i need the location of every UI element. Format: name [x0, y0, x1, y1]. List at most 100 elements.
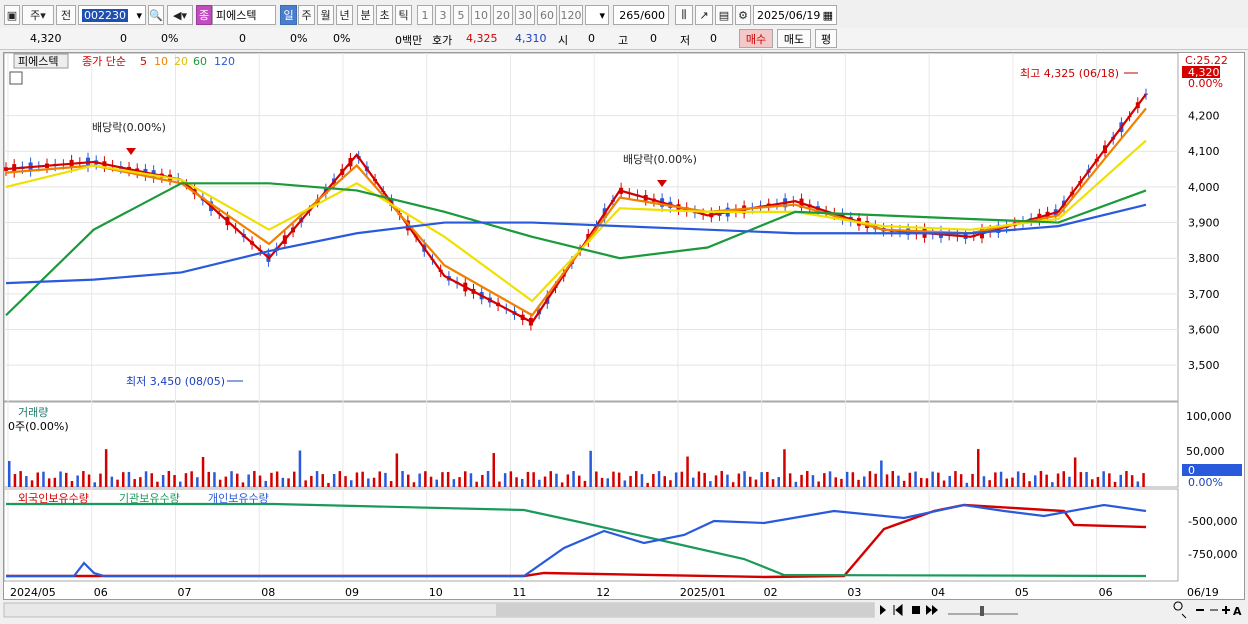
num-30-button[interactable]: 30 [515, 5, 535, 25]
ma-5-label: 5 [140, 55, 147, 68]
scroll-bar[interactable]: A [0, 600, 1248, 621]
quote-open-label: 시 [558, 34, 569, 47]
volume-bar [532, 472, 535, 487]
quote-vol-pct2: 0% [333, 32, 351, 45]
prev-button[interactable]: 전 [56, 5, 76, 25]
chart-area[interactable]: 피에스텍 종가 단순 5 10 20 60 120 C:25.22 4,320 … [3, 52, 1245, 600]
volume-bar [469, 473, 473, 487]
volume-bar [806, 471, 809, 487]
interval-month-tab[interactable]: 월 [317, 5, 334, 25]
volume-bar [572, 471, 575, 487]
volume-bar [287, 478, 290, 487]
x-tick-label: 05 [1015, 586, 1029, 599]
rewind-icon[interactable] [893, 603, 903, 617]
buy-button[interactable]: 매수 [739, 29, 773, 48]
interval-day-tab[interactable]: 일 [280, 5, 297, 25]
scroll-controls[interactable]: A [0, 600, 1248, 621]
draw-icon[interactable]: ↗ [695, 5, 713, 25]
chart-svg[interactable]: 피에스텍 종가 단순 5 10 20 60 120 C:25.22 4,320 … [3, 52, 1244, 599]
volume-bar [298, 450, 302, 487]
quote-volume: 0 [239, 32, 246, 45]
num-1-button[interactable]: 1 [417, 5, 433, 25]
vol-tick-50k: 50,000 [1186, 445, 1225, 458]
calendar-icon[interactable]: ▦ [823, 9, 833, 22]
play-icon[interactable] [880, 605, 886, 615]
search-icon[interactable]: 🔍 [148, 5, 164, 25]
zoom-slider-thumb[interactable] [980, 606, 984, 616]
volume-bar [692, 477, 695, 487]
custom-period-select[interactable]: ▾ [585, 5, 609, 25]
stock-code-input[interactable]: 002230 ▾ [78, 5, 146, 25]
interval-second-tab[interactable]: 초 [376, 5, 393, 25]
volume-bar [817, 481, 820, 487]
stop-icon[interactable] [912, 606, 920, 614]
volume-bar [515, 477, 518, 487]
volume-bar [1096, 477, 1100, 487]
zoom-search-icon[interactable] [1173, 601, 1187, 619]
num-20-button[interactable]: 20 [493, 5, 513, 25]
screen-icon[interactable]: ▣ [4, 5, 20, 25]
num-3-button[interactable]: 3 [435, 5, 451, 25]
volume-bar [407, 474, 410, 487]
volume-bar [161, 474, 165, 487]
quote-vol-pct: 0% [290, 32, 308, 45]
volume-bar [788, 473, 792, 487]
volume-bar [885, 474, 889, 487]
x-tick-label: 07 [177, 586, 191, 599]
volume-bar [737, 473, 741, 487]
volume-bar [680, 471, 684, 487]
volume-bar [53, 477, 57, 487]
zoom-in-icon[interactable] [1222, 606, 1230, 614]
volume-bar [902, 480, 906, 487]
volume-bar [42, 471, 45, 487]
interval-tick-label: 틱 [398, 9, 409, 22]
volume-bar [583, 480, 587, 487]
volume-bar [196, 477, 199, 487]
volume-bar [327, 482, 330, 487]
interval-second-label: 초 [379, 9, 390, 22]
interval-minute-tab[interactable]: 분 [357, 5, 374, 25]
volume-bar [652, 473, 655, 487]
num-30-label: 30 [518, 8, 532, 22]
count-total: /600 [640, 8, 665, 22]
num-60-button[interactable]: 60 [537, 5, 557, 25]
avg-button[interactable]: 평 [815, 29, 837, 48]
volume-bar [122, 472, 125, 487]
interval-tick-tab[interactable]: 틱 [395, 5, 412, 25]
num-120-button[interactable]: 120 [559, 5, 583, 25]
x-tick-label: 11 [512, 586, 526, 599]
volume-bar [1011, 477, 1014, 487]
table-icon[interactable] [9, 71, 23, 85]
save-icon[interactable]: ▤ [715, 5, 733, 25]
speaker-icon[interactable]: ◀▾ [167, 5, 193, 25]
count-field[interactable]: 265/600 [613, 5, 669, 25]
volume-bar [332, 474, 336, 487]
gear-icon[interactable]: ⚙ [735, 5, 751, 25]
num-10-button[interactable]: 10 [471, 5, 491, 25]
period-mode-select[interactable]: 주 ▾ [22, 5, 54, 25]
volume-bar [190, 471, 193, 487]
volume-bar [731, 482, 735, 487]
price-y-tick: 3,900 [1188, 217, 1220, 230]
volume-bar [247, 474, 250, 487]
num-5-button[interactable]: 5 [453, 5, 469, 25]
volume-bar [800, 474, 803, 487]
candle-icon[interactable]: ⫼ [675, 5, 693, 25]
volume-bar [526, 471, 530, 487]
date-field[interactable]: 2025/06/19 ▦ [753, 5, 837, 25]
holdings-panel [3, 488, 1179, 582]
volume-bar [315, 471, 319, 487]
font-size-icon[interactable]: A [1233, 605, 1242, 618]
scroll-thumb[interactable] [496, 604, 874, 616]
volume-bar [446, 471, 450, 487]
volume-bar [669, 480, 672, 487]
interval-week-tab[interactable]: 주 [298, 5, 315, 25]
price-y-tick: 3,600 [1188, 324, 1220, 337]
forward-icon[interactable] [926, 605, 938, 615]
stock-name-field[interactable]: 피에스텍 [212, 5, 276, 25]
sell-button[interactable]: 매도 [777, 29, 811, 48]
volume-bar [726, 474, 729, 487]
interval-year-tab[interactable]: 년 [336, 5, 353, 25]
ma-label: 종가 단순 [82, 55, 126, 68]
volume-bar [714, 475, 718, 487]
